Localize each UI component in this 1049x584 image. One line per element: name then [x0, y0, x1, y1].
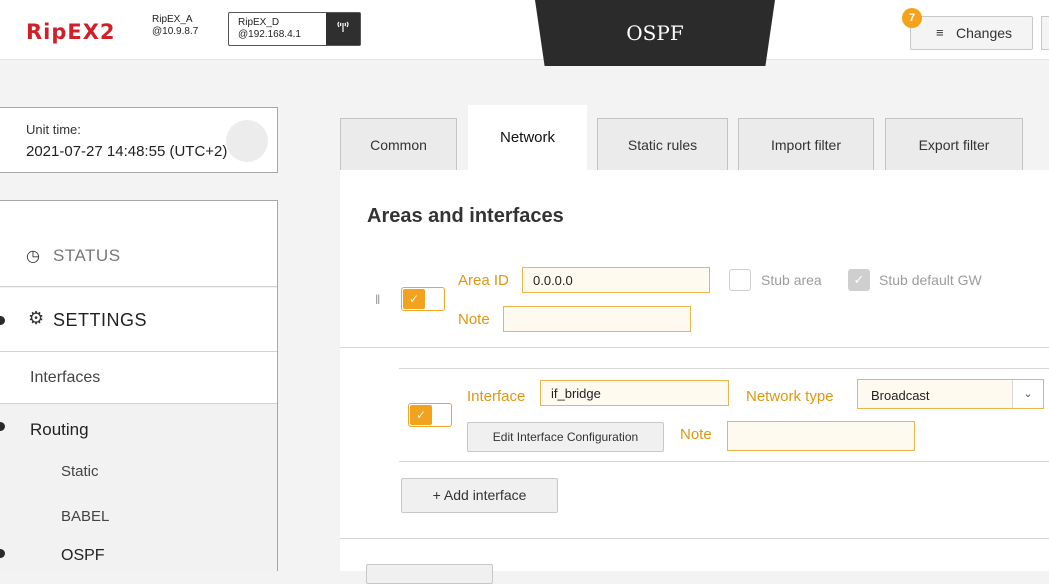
stub-area-label: Stub area: [761, 272, 822, 288]
ospf-network-panel: Areas and interfaces ‖ ✓ Area ID 0.0.0.0…: [340, 170, 1049, 584]
unit-d-ip: @192.168.4.1: [238, 29, 301, 40]
plus-icon: +: [432, 487, 444, 503]
tab-common[interactable]: Common: [340, 118, 457, 170]
check-icon: ✓: [403, 289, 425, 309]
changes-count-badge: 7: [902, 8, 922, 28]
divider: [399, 368, 1049, 369]
interface-field[interactable]: if_bridge: [540, 380, 729, 406]
edit-interface-configuration-button[interactable]: Edit Interface Configuration: [467, 422, 664, 452]
unit-time-label: Unit time:: [26, 122, 81, 137]
chevron-down-icon: ⌄: [1012, 380, 1043, 408]
top-bar: RipEX2 RipEX_A @10.9.8.7 RipEX_D @192.16…: [0, 0, 1049, 60]
unit-d-selector[interactable]: RipEX_D @192.168.4.1: [228, 12, 361, 46]
page-title: OSPF: [626, 21, 684, 45]
sidebar-item-routing[interactable]: Routing: [0, 404, 277, 454]
sidebar-item-status[interactable]: ◷ STATUS: [0, 201, 277, 287]
tab-bar: Common Network Static rules Import filte…: [340, 105, 1049, 171]
changes-button[interactable]: ≡ Changes: [910, 16, 1033, 50]
unit-a-selector[interactable]: RipEX_A @10.9.8.7: [152, 14, 198, 38]
network-type-select[interactable]: Broadcast ⌄: [857, 379, 1044, 409]
sidebar-item-interfaces[interactable]: Interfaces: [0, 352, 277, 404]
page-title-tab: OSPF: [535, 0, 775, 66]
gauge-icon: ◷: [26, 248, 40, 265]
sidebar-item-ospf[interactable]: OSPF: [0, 541, 277, 571]
divider: [340, 347, 1049, 348]
bullet-icon: [0, 316, 5, 325]
sidebar-settings-label: SETTINGS: [53, 310, 148, 330]
interface-enable-toggle[interactable]: ✓: [408, 403, 452, 427]
signal-icon: [326, 13, 360, 45]
add-interface-label: Add interface: [443, 487, 527, 503]
sidebar-routing-label: Routing: [30, 420, 89, 439]
network-type-value: Broadcast: [871, 388, 930, 403]
unit-time-panel: Unit time: 2021-07-27 14:48:55 (UTC+2): [0, 107, 278, 173]
interface-note-label: Note: [680, 426, 712, 443]
drag-handle-icon[interactable]: ‖: [375, 292, 380, 307]
bullet-icon: [0, 549, 5, 558]
unit-a-ip: @10.9.8.7: [152, 26, 199, 37]
sidebar-item-babel[interactable]: BABEL: [61, 508, 109, 525]
sidebar-item-static[interactable]: Static: [61, 463, 99, 480]
unit-d-name: RipEX_D: [238, 17, 280, 28]
list-icon: ≡: [936, 25, 944, 40]
sidebar-item-settings[interactable]: ⚙ SETTINGS: [0, 288, 277, 352]
area-id-label: Area ID: [458, 272, 509, 289]
sidebar-ospf-label: OSPF: [61, 547, 105, 564]
area-note-label: Note: [458, 311, 490, 328]
add-area-button[interactable]: [366, 564, 493, 584]
check-icon: ✓: [410, 405, 432, 425]
sidebar-interfaces-label: Interfaces: [30, 369, 101, 386]
area-note-field[interactable]: [503, 306, 691, 332]
changes-label: Changes: [956, 25, 1013, 41]
tab-static-rules[interactable]: Static rules: [597, 118, 728, 170]
tab-export-filter[interactable]: Export filter: [885, 118, 1023, 170]
add-interface-button[interactable]: + Add interface: [401, 478, 558, 513]
clock-icon: [226, 120, 268, 162]
tab-import-filter[interactable]: Import filter: [738, 118, 874, 170]
network-type-label: Network type: [746, 388, 834, 405]
ripex-logo: RipEX2: [26, 20, 116, 44]
divider: [399, 461, 1049, 462]
unit-a-name: RipEX_A: [152, 14, 193, 25]
tab-network[interactable]: Network: [468, 105, 587, 171]
stub-default-gw-checkbox[interactable]: ✓: [848, 269, 870, 291]
gears-icon: ⚙: [28, 308, 45, 328]
interface-label: Interface: [467, 388, 526, 405]
header-extra-button[interactable]: [1041, 16, 1049, 50]
divider: [340, 538, 1049, 539]
bullet-icon: [0, 422, 5, 431]
sidebar: ◷ STATUS ⚙ SETTINGS Interfaces Routing S…: [0, 200, 278, 571]
area-id-field[interactable]: 0.0.0.0: [522, 267, 710, 293]
area-enable-toggle[interactable]: ✓: [401, 287, 445, 311]
interface-note-field[interactable]: [727, 421, 915, 451]
stub-default-gw-label: Stub default GW: [879, 272, 982, 288]
section-heading: Areas and interfaces: [367, 205, 564, 227]
unit-time-value: 2021-07-27 14:48:55 (UTC+2): [26, 143, 228, 160]
sidebar-status-label: STATUS: [53, 246, 121, 265]
stub-area-checkbox[interactable]: [729, 269, 751, 291]
